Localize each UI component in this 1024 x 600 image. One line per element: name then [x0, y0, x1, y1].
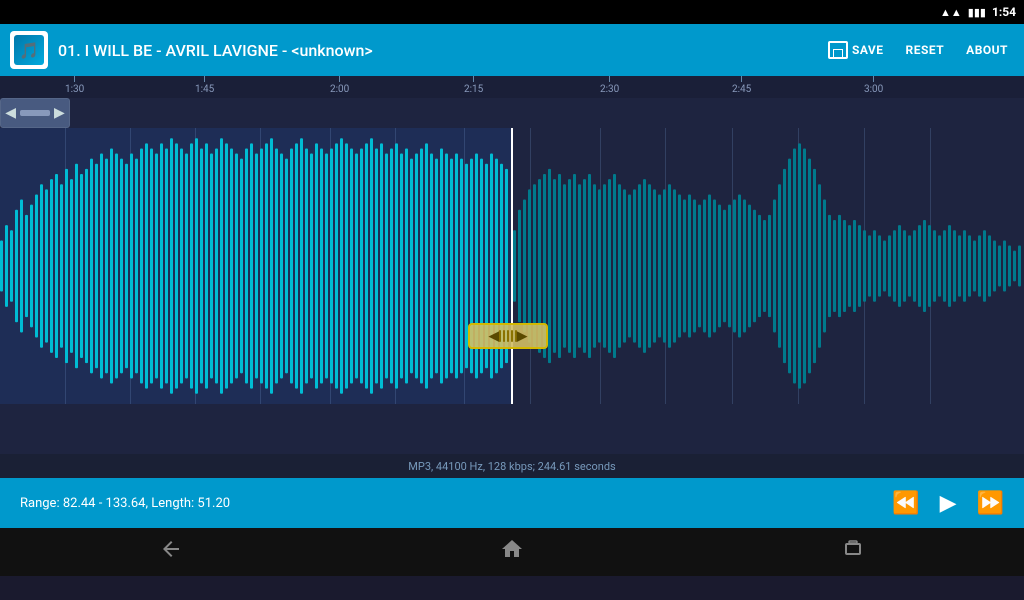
ruler-mark-145: 1:45: [195, 76, 214, 95]
about-button[interactable]: ABOUT: [960, 39, 1014, 61]
ruler-mark-200: 2:00: [330, 76, 349, 95]
info-text: MP3, 44100 Hz, 128 kbps; 244.61 seconds: [408, 460, 615, 473]
app-icon-inner: 🎵: [14, 35, 44, 65]
fast-forward-button[interactable]: ⏩: [977, 491, 1004, 516]
drag-right-arrow: ▶: [517, 329, 527, 344]
ruler-mark-245: 2:45: [732, 76, 751, 95]
ruler-mark-130: 1:30: [65, 76, 84, 95]
cut-marker: [511, 128, 513, 404]
bottom-controls: Range: 82.44 - 133.64, Length: 51.20 ⏪ ▶…: [0, 478, 1024, 528]
waveform-canvas[interactable]: ◀ ▶: [0, 128, 1024, 404]
drag-handle[interactable]: ◀ ▶: [468, 323, 548, 349]
info-bar: MP3, 44100 Hz, 128 kbps; 244.61 seconds: [0, 454, 1024, 478]
mini-zoom-widget[interactable]: ◀ ▶: [0, 98, 70, 128]
zoom-bar: [20, 110, 50, 116]
play-button[interactable]: ▶: [940, 491, 957, 516]
back-button[interactable]: [159, 537, 183, 567]
nav-bar: [0, 528, 1024, 576]
status-bar: ▲▲ ▮▮▮ 1:54: [0, 0, 1024, 24]
waveform-container[interactable]: 1:30 1:45 2:00 2:15 2:30 2:45 3:00 ◀: [0, 76, 1024, 454]
transport-controls: ⏪ ▶ ⏩: [892, 491, 1004, 516]
reset-button[interactable]: RESET: [900, 39, 951, 61]
zoom-left-arrow[interactable]: ◀: [5, 105, 16, 121]
timeline-ruler: 1:30 1:45 2:00 2:15 2:30 2:45 3:00: [0, 76, 1024, 98]
battery-icon: ▮▮▮: [968, 6, 986, 19]
ruler-mark-230: 2:30: [600, 76, 619, 95]
range-text: Range: 82.44 - 133.64, Length: 51.20: [20, 496, 892, 511]
recent-apps-button[interactable]: [841, 537, 865, 567]
app-icon: 🎵: [10, 31, 48, 69]
wifi-icon: ▲▲: [940, 6, 962, 19]
ruler-mark-215: 2:15: [464, 76, 483, 95]
track-title: 01. I WILL BE - AVRIL LAVIGNE - <unknown…: [58, 41, 812, 60]
drag-lines: [499, 330, 517, 342]
save-button[interactable]: SAVE: [822, 37, 890, 63]
ruler-mark-300: 3:00: [864, 76, 883, 95]
toolbar: 🎵 01. I WILL BE - AVRIL LAVIGNE - <unkno…: [0, 24, 1024, 76]
zoom-right-arrow[interactable]: ▶: [54, 105, 65, 121]
drag-left-arrow: ◀: [489, 329, 499, 344]
save-icon: [828, 41, 848, 59]
home-button[interactable]: [500, 537, 524, 567]
rewind-button[interactable]: ⏪: [892, 491, 919, 516]
time-display: 1:54: [992, 5, 1016, 19]
